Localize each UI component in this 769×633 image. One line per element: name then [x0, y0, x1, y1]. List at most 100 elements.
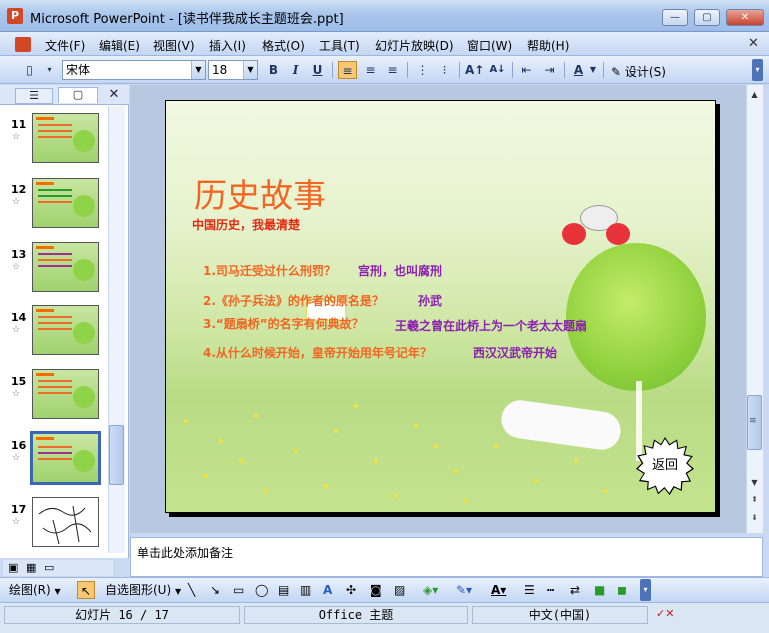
chevron-down-icon[interactable]: ▼: [243, 61, 257, 79]
question-1[interactable]: 1.司马迁受过什么刑罚？: [203, 262, 336, 279]
toolbar-options-chevron-icon[interactable]: ▾: [40, 61, 59, 79]
align-right-icon[interactable]: ≡: [383, 61, 402, 79]
question-4[interactable]: 4.从什么时候开始，皇帝开始用年号记年？: [203, 344, 432, 361]
font-size-value: 18: [212, 63, 228, 77]
tab-outline[interactable]: ☰: [15, 88, 53, 104]
menu-help[interactable]: 帮助(H): [527, 37, 569, 54]
slideshow-view-icon[interactable]: ▭: [44, 561, 54, 574]
shadow-style-icon[interactable]: ■: [594, 581, 605, 599]
answer-4[interactable]: 西汉汉武帝开始: [473, 344, 557, 361]
toolbar-separator: [603, 62, 604, 78]
underline-button[interactable]: U: [308, 61, 327, 79]
decrease-indent-icon[interactable]: ⇤: [517, 61, 536, 79]
select-pointer-icon[interactable]: ↖: [77, 581, 95, 599]
line-color-icon[interactable]: ✎▾: [456, 581, 472, 599]
answer-2[interactable]: 孙武: [418, 292, 442, 309]
slides-panel-scroll-thumb[interactable]: [109, 425, 124, 485]
diagram-tool-icon[interactable]: ✣: [346, 581, 356, 599]
scroll-down-icon[interactable]: ▼: [747, 475, 762, 490]
question-3[interactable]: 3.“题扇桥”的名字有何典故？: [203, 315, 364, 332]
slide-thumbnail-14[interactable]: [32, 305, 99, 355]
textbox-tool-icon[interactable]: ▤: [278, 581, 289, 599]
maximize-button[interactable]: ▢: [694, 9, 720, 26]
slide-thumbnail-17[interactable]: [32, 497, 99, 547]
menu-edit[interactable]: 编辑(E): [99, 37, 140, 54]
picture-tool-icon[interactable]: ▨: [394, 581, 405, 599]
document-close-icon[interactable]: ✕: [748, 36, 759, 51]
bullet-list-icon[interactable]: ⁝: [435, 61, 454, 79]
oval-tool-icon[interactable]: ◯: [255, 581, 268, 599]
slide-thumbnail-12[interactable]: [32, 178, 99, 228]
slide-thumbnail-15[interactable]: [32, 369, 99, 419]
minimize-button[interactable]: —: [662, 9, 688, 26]
fill-color-icon[interactable]: ◈▾: [423, 581, 438, 599]
spelling-check-icon[interactable]: ✓✕: [656, 607, 682, 623]
font-color-icon[interactable]: A: [569, 61, 588, 79]
3d-style-icon[interactable]: ◼: [617, 581, 627, 599]
document-icon[interactable]: [15, 37, 31, 52]
bold-button[interactable]: B: [264, 61, 283, 79]
menu-tools[interactable]: 工具(T): [319, 37, 360, 54]
slide-title[interactable]: 历史故事: [194, 169, 326, 217]
menu-slideshow[interactable]: 幻灯片放映(D): [375, 37, 454, 54]
italic-button[interactable]: I: [286, 61, 305, 79]
animation-star-icon: ☆: [12, 132, 21, 142]
decrease-font-icon[interactable]: A↓: [488, 61, 507, 79]
slides-panel-scrollbar[interactable]: [108, 106, 125, 553]
line-tool-icon[interactable]: ╲: [188, 581, 195, 599]
arrow-tool-icon[interactable]: ↘: [210, 581, 220, 599]
arrow-style-icon[interactable]: ⇄: [570, 581, 580, 599]
close-panel-icon[interactable]: ✕: [106, 88, 122, 104]
slide-number: 15: [11, 375, 27, 388]
draw-menu-button[interactable]: 绘图(R) ▼: [9, 581, 61, 599]
answer-3[interactable]: 王羲之曾在此桥上为一个老太太题扇: [395, 317, 587, 334]
menu-insert[interactable]: 插入(I): [209, 37, 246, 54]
vertical-textbox-tool-icon[interactable]: ▥: [300, 581, 311, 599]
tab-slides[interactable]: ▢: [58, 87, 98, 103]
dash-style-icon[interactable]: ┅: [547, 581, 554, 599]
design-label: 设计(S): [624, 65, 666, 79]
next-slide-icon[interactable]: ⇟: [747, 510, 762, 525]
new-document-icon[interactable]: ▯: [20, 61, 39, 79]
align-left-icon[interactable]: ≡: [338, 61, 357, 79]
line-style-icon[interactable]: ☰: [524, 581, 535, 599]
menu-view[interactable]: 视图(V): [153, 37, 195, 54]
font-color-draw-icon[interactable]: A▾: [491, 581, 506, 599]
rectangle-tool-icon[interactable]: ▭: [233, 581, 244, 599]
menu-format[interactable]: 格式(O): [262, 37, 305, 54]
slide-thumbnail-13[interactable]: [32, 242, 99, 292]
toolbar-options-icon[interactable]: ▾: [752, 59, 763, 81]
chevron-down-icon: ▼: [174, 587, 182, 596]
answer-1[interactable]: 宫刑，也叫腐刑: [358, 262, 442, 279]
slide-thumbnail-16-selected[interactable]: [30, 431, 101, 485]
scroll-up-icon[interactable]: ▲: [747, 87, 762, 102]
question-2[interactable]: 2.《孙子兵法》的作者的原名是？: [203, 292, 384, 309]
powerpoint-app-icon[interactable]: P: [7, 8, 23, 24]
wordart-tool-icon[interactable]: A: [323, 581, 332, 599]
close-button[interactable]: ✕: [726, 9, 764, 26]
animation-star-icon: ☆: [12, 453, 21, 463]
slide-thumbnail-11[interactable]: [32, 113, 99, 163]
normal-view-icon[interactable]: ▣: [8, 561, 18, 574]
notes-placeholder[interactable]: 单击此处添加备注: [137, 544, 233, 561]
font-size-combo[interactable]: 18 ▼: [208, 60, 258, 80]
increase-font-icon[interactable]: A↑: [465, 61, 484, 79]
previous-slide-icon[interactable]: ⇞: [747, 492, 762, 507]
chevron-down-icon[interactable]: ▼: [191, 61, 205, 79]
increase-indent-icon[interactable]: ⇥: [540, 61, 559, 79]
menu-window[interactable]: 窗口(W): [467, 37, 512, 54]
vertical-scrollbar[interactable]: [746, 85, 763, 533]
clipart-tool-icon[interactable]: ◙: [370, 581, 382, 599]
design-button[interactable]: ✎ 设计(S): [611, 63, 666, 80]
numbered-list-icon[interactable]: ⋮: [413, 61, 432, 79]
align-center-icon[interactable]: ≡: [361, 61, 380, 79]
chevron-down-icon[interactable]: ▼: [588, 61, 598, 79]
drawing-toolbar-options-icon[interactable]: ▾: [640, 579, 651, 601]
current-slide[interactable]: 历史故事 中国历史，我最清楚 1.司马迁受过什么刑罚？ 宫刑，也叫腐刑 2.《孙…: [165, 100, 716, 513]
font-name-combo[interactable]: 宋体 ▼: [62, 60, 206, 80]
slide-sorter-view-icon[interactable]: ▦: [26, 561, 36, 574]
animation-star-icon: ☆: [12, 325, 21, 335]
menu-file[interactable]: 文件(F): [45, 37, 85, 54]
autoshapes-menu-button[interactable]: 自选图形(U) ▼: [105, 581, 181, 599]
slide-subtitle[interactable]: 中国历史，我最清楚: [192, 216, 300, 233]
